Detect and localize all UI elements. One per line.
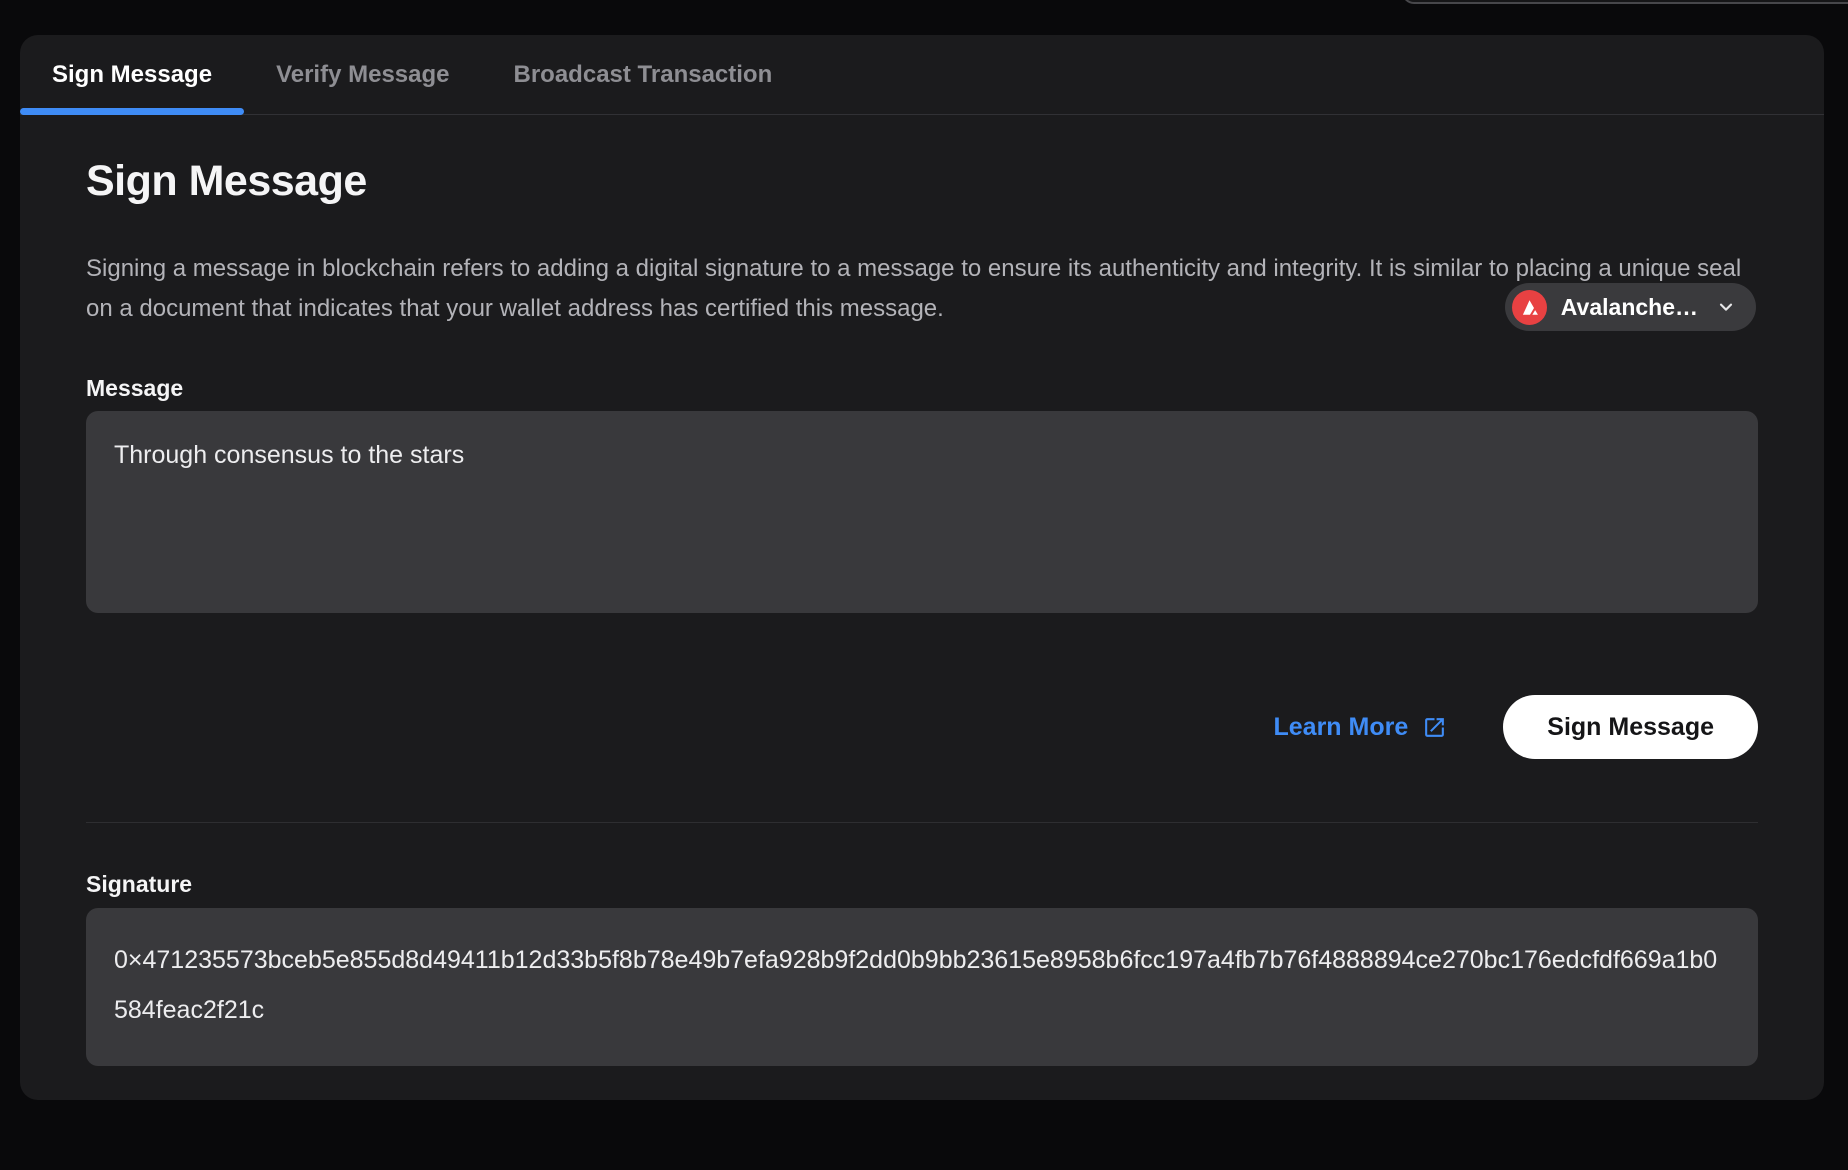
section-divider bbox=[86, 822, 1758, 823]
page-title: Sign Message bbox=[86, 159, 1758, 203]
sign-message-button[interactable]: Sign Message bbox=[1503, 695, 1758, 759]
sign-message-card: Sign Message Verify Message Broadcast Tr… bbox=[20, 35, 1824, 1100]
avalanche-logo-icon bbox=[1512, 290, 1547, 325]
tab-broadcast-transaction[interactable]: Broadcast Transaction bbox=[482, 35, 805, 114]
signature-label: Signature bbox=[86, 871, 1758, 897]
card-content: Sign Message Avalanche… Signing a messag… bbox=[20, 159, 1824, 1066]
tab-sign-message[interactable]: Sign Message bbox=[20, 35, 244, 114]
overlay-window-edge bbox=[1402, 0, 1848, 4]
learn-more-link[interactable]: Learn More bbox=[1274, 713, 1448, 742]
message-input[interactable]: Through consensus to the stars bbox=[86, 411, 1758, 613]
chevron-down-icon bbox=[1716, 297, 1736, 317]
message-label: Message bbox=[86, 375, 1758, 401]
network-selector[interactable]: Avalanche… bbox=[1505, 283, 1756, 331]
signature-output[interactable]: 0×471235573bceb5e855d8d49411b12d33b5f8b7… bbox=[86, 908, 1758, 1066]
tab-verify-message[interactable]: Verify Message bbox=[244, 35, 481, 114]
action-row: Learn More Sign Message bbox=[86, 695, 1758, 759]
tab-bar: Sign Message Verify Message Broadcast Tr… bbox=[20, 35, 1824, 115]
network-name: Avalanche… bbox=[1561, 294, 1698, 321]
learn-more-label: Learn More bbox=[1274, 713, 1409, 742]
external-link-icon bbox=[1422, 715, 1447, 740]
